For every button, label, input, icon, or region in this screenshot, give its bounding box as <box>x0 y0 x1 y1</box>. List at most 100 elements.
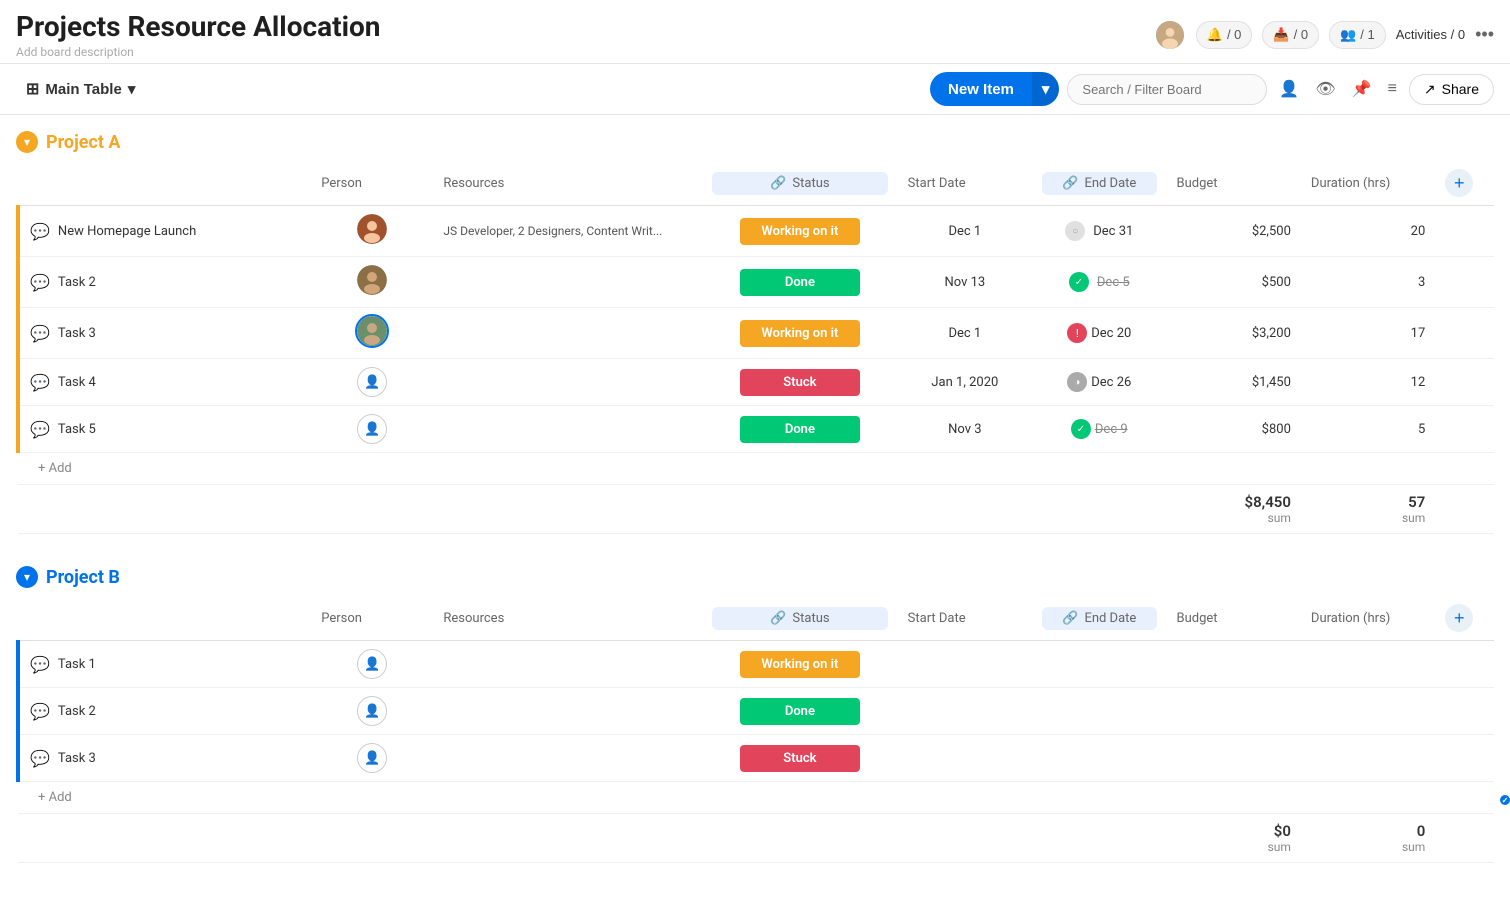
person-avatar-empty[interactable]: 👤 <box>357 414 387 444</box>
main-table-btn[interactable]: ⊞ Main Table ▾ <box>16 73 145 105</box>
budget-cell <box>1167 641 1301 688</box>
chevron-down-icon: ▾ <box>128 80 136 98</box>
status-badge[interactable]: Working on it <box>740 320 860 347</box>
status-badge[interactable]: Done <box>740 698 860 725</box>
person-avatar-3[interactable] <box>357 316 387 346</box>
project-b-name: Project B <box>46 567 120 588</box>
table-row: 💬 Task 5 👤 Done Nov 3 ✓ <box>18 406 1494 453</box>
person-cell[interactable] <box>311 206 433 257</box>
add-row-b[interactable]: + Add <box>18 782 1494 814</box>
sum-duration-a: 57 sum <box>1301 485 1435 534</box>
share-button[interactable]: ↗ Share <box>1409 74 1494 105</box>
status-badge[interactable]: Working on it <box>740 651 860 678</box>
startdate-cell: Nov 13 <box>898 257 1032 308</box>
date-status-icon: ◑ <box>1067 372 1087 392</box>
status-cell[interactable]: Working on it <box>702 308 897 359</box>
status-badge[interactable]: Stuck <box>740 745 860 772</box>
enddate-cell <box>1032 641 1166 688</box>
inbox-btn[interactable]: 📥 / 0 <box>1262 21 1319 49</box>
inbox-count: / 0 <box>1294 27 1308 42</box>
comment-icon[interactable]: 💬 <box>30 222 50 241</box>
startdate-cell <box>898 688 1032 735</box>
task-name: Task 2 <box>58 275 96 290</box>
person-cell[interactable]: 👤 <box>311 735 433 782</box>
budget-cell: $800 <box>1167 406 1301 453</box>
resources-cell <box>433 406 702 453</box>
person-avatar-1[interactable] <box>357 214 387 244</box>
new-item-button[interactable]: New Item ▾ <box>930 72 1059 106</box>
person-cell[interactable]: 👤 <box>311 359 433 406</box>
status-cell[interactable]: Stuck <box>702 359 897 406</box>
new-item-label: New Item <box>930 73 1032 106</box>
duration-cell: 5 <box>1301 406 1435 453</box>
add-item-cell[interactable]: + Add <box>18 453 1494 485</box>
add-row-a[interactable]: + Add <box>18 453 1494 485</box>
status-badge[interactable]: Stuck <box>740 369 860 396</box>
person-avatar-empty[interactable]: 👤 <box>357 743 387 773</box>
activities-btn[interactable]: Activities / 0 <box>1396 27 1465 42</box>
person-avatar-2[interactable] <box>357 265 387 295</box>
add-column-btn-a[interactable]: + <box>1445 169 1473 197</box>
table-row: 💬 Task 1 👤 Working on it <box>18 641 1494 688</box>
chevron-down-icon: ▾ <box>24 135 30 149</box>
person-cell[interactable]: 👤 <box>311 641 433 688</box>
status-cell[interactable]: Done <box>702 688 897 735</box>
toolbar-left: ⊞ Main Table ▾ <box>16 73 145 105</box>
status-cell[interactable]: Working on it <box>702 206 897 257</box>
th-status-b: 🔗 Status <box>702 596 897 641</box>
table-row: 💬 New Homepage Launch <box>18 206 1494 257</box>
project-b-table: Person Resources 🔗 Status Start Date 🔗 E… <box>16 596 1494 863</box>
eye-btn[interactable]: 👁 <box>1311 75 1339 103</box>
comment-icon[interactable]: 💬 <box>30 702 50 721</box>
task-cell: 💬 Task 5 <box>18 406 311 453</box>
search-input[interactable] <box>1067 74 1267 105</box>
add-column-btn-b[interactable]: + <box>1445 604 1473 632</box>
person-avatar-empty[interactable]: 👤 <box>357 649 387 679</box>
enddate-cell: ✓ Dec 5 <box>1032 257 1166 308</box>
status-cell[interactable]: Stuck <box>702 735 897 782</box>
project-b-collapse-btn[interactable]: ▾ <box>16 566 38 588</box>
person-avatar-empty[interactable]: 👤 <box>357 696 387 726</box>
status-cell[interactable]: Working on it <box>702 641 897 688</box>
comment-icon[interactable]: 💬 <box>30 420 50 439</box>
person-cell[interactable]: 👤 <box>311 688 433 735</box>
add-item-cell-b[interactable]: + Add <box>18 782 1494 814</box>
resources-cell <box>433 257 702 308</box>
pin-btn[interactable]: 📌 <box>1348 75 1376 103</box>
startdate-cell <box>898 641 1032 688</box>
date-status-icon: ! <box>1067 323 1087 343</box>
task-name: Task 5 <box>58 422 96 437</box>
notifications-btn[interactable]: 🔔 / 0 <box>1196 21 1253 49</box>
status-cell[interactable]: Done <box>702 257 897 308</box>
comment-icon[interactable]: 💬 <box>30 273 50 292</box>
status-badge[interactable]: Working on it <box>740 218 860 245</box>
th-add-col-a: + <box>1435 161 1494 206</box>
status-badge[interactable]: Done <box>740 269 860 296</box>
comment-icon[interactable]: 💬 <box>30 373 50 392</box>
filter-btn[interactable]: ≡ <box>1384 76 1401 102</box>
new-item-chevron-icon[interactable]: ▾ <box>1032 72 1060 106</box>
user-avatar[interactable]: ✓ <box>1154 19 1186 51</box>
status-badge[interactable]: Done <box>740 416 860 443</box>
task-cell: 💬 Task 4 <box>18 359 311 406</box>
person-filter-btn[interactable]: 👤 <box>1275 75 1303 103</box>
more-options-btn[interactable]: ••• <box>1475 24 1494 45</box>
project-a-collapse-btn[interactable]: ▾ <box>16 131 38 153</box>
person-avatar-empty[interactable]: 👤 <box>357 367 387 397</box>
date-status-icon: ✓ <box>1071 419 1091 439</box>
budget-cell: $3,200 <box>1167 308 1301 359</box>
sum-row-a: $8,450 sum 57 sum <box>18 485 1494 534</box>
page-title-area: Projects Resource Allocation Add board d… <box>16 10 380 59</box>
budget-cell <box>1167 688 1301 735</box>
table-row: 💬 Task 3 👤 Stuck <box>18 735 1494 782</box>
comment-icon[interactable]: 💬 <box>30 749 50 768</box>
content-area: ▾ Project A Person Resources 🔗 Status St… <box>0 115 1510 911</box>
person-cell[interactable] <box>311 257 433 308</box>
person-cell[interactable]: 👤 <box>311 406 433 453</box>
comment-icon[interactable]: 💬 <box>30 655 50 674</box>
status-cell[interactable]: Done <box>702 406 897 453</box>
budget-cell: $2,500 <box>1167 206 1301 257</box>
comment-icon[interactable]: 💬 <box>30 324 50 343</box>
person-cell[interactable] <box>311 308 433 359</box>
members-btn[interactable]: 👥 / 1 <box>1329 21 1386 49</box>
